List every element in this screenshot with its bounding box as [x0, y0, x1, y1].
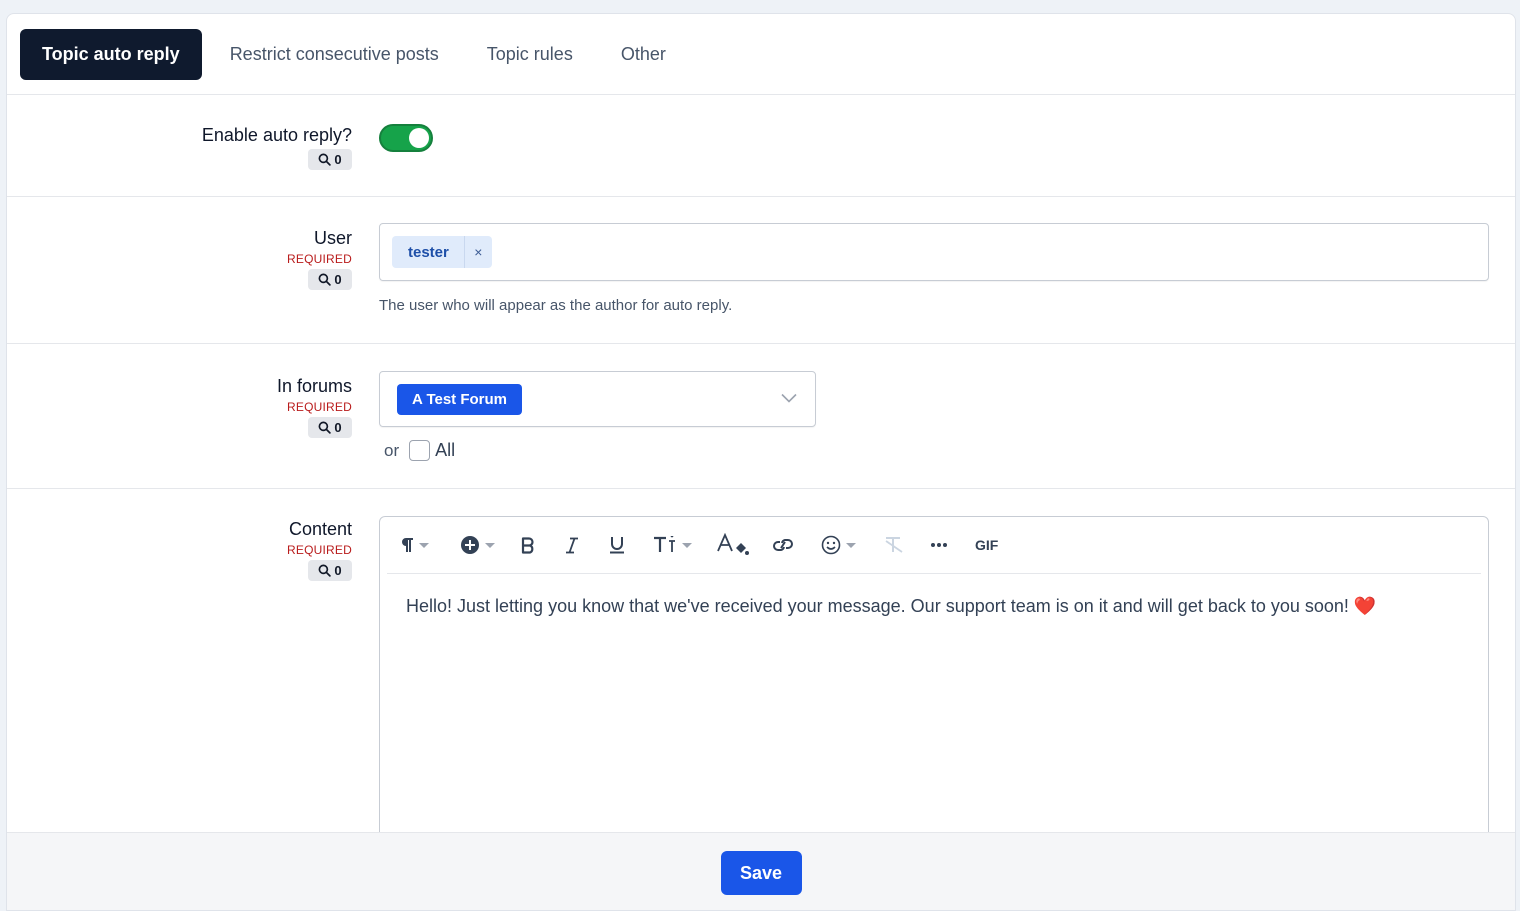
selected-user-chip: tester × — [392, 236, 492, 268]
italic-icon — [566, 537, 578, 553]
selected-user-label: tester — [408, 243, 449, 261]
tab-restrict-consecutive-posts[interactable]: Restrict consecutive posts — [206, 29, 463, 80]
clear-format-button[interactable] — [883, 527, 905, 563]
gif-button[interactable]: GIF — [975, 527, 998, 563]
link-button[interactable] — [772, 527, 794, 563]
selected-forum-chip: A Test Forum — [397, 383, 523, 415]
emoji-button[interactable] — [821, 527, 856, 563]
form-footer: Save — [7, 832, 1515, 910]
search-count: 0 — [334, 420, 342, 435]
more-options-button[interactable] — [930, 527, 948, 563]
forums-row: In forums REQUIRED 0 A Test Forum or All — [7, 344, 1515, 489]
forums-label-group: In forums REQUIRED 0 — [277, 375, 352, 438]
enable-auto-reply-row: Enable auto reply? 0 — [7, 95, 1515, 197]
user-control: tester × The user who will appear as the… — [379, 223, 1489, 314]
forums-select[interactable]: A Test Forum — [379, 371, 816, 427]
search-count-badge[interactable]: 0 — [308, 149, 352, 170]
search-icon — [318, 153, 332, 166]
tab-topic-auto-reply[interactable]: Topic auto reply — [20, 28, 202, 80]
enable-auto-reply-label-group: Enable auto reply? 0 — [202, 124, 352, 170]
enable-auto-reply-control — [379, 124, 433, 152]
tab-other[interactable]: Other — [597, 29, 690, 80]
bold-icon — [521, 536, 534, 554]
search-icon — [318, 273, 332, 286]
content-row: Content REQUIRED 0 GIF Hello! Just letti… — [7, 489, 1515, 849]
search-count-badge[interactable]: 0 — [308, 417, 352, 438]
search-icon — [318, 421, 332, 434]
user-row: User REQUIRED 0 tester × The user who wi… — [7, 197, 1515, 344]
bold-button[interactable] — [521, 527, 535, 563]
save-button[interactable]: Save — [720, 851, 802, 895]
search-icon — [318, 564, 332, 577]
link-icon — [773, 539, 793, 551]
all-forums-checkbox[interactable] — [409, 440, 431, 461]
font-size-button[interactable] — [653, 527, 692, 563]
search-count-badge[interactable]: 0 — [308, 560, 352, 581]
more-icon — [931, 543, 947, 547]
caret-icon — [485, 542, 495, 548]
caret-icon — [419, 542, 429, 548]
caret-icon — [682, 542, 692, 548]
text-color-button[interactable] — [716, 527, 750, 563]
gif-label: GIF — [975, 537, 999, 553]
all-forums-label[interactable]: All — [435, 440, 455, 461]
content-label-group: Content REQUIRED 0 — [287, 518, 352, 581]
tab-bar: Topic auto reply Restrict consecutive po… — [7, 14, 1515, 95]
search-count: 0 — [334, 152, 342, 167]
search-count: 0 — [334, 272, 342, 287]
content-label: Content — [288, 519, 352, 539]
or-text: or — [384, 440, 400, 460]
plus-circle-icon — [461, 536, 479, 554]
editor-content-area[interactable]: Hello! Just letting you know that we've … — [380, 574, 1488, 638]
clear-format-icon — [885, 537, 903, 553]
required-marker: REQUIRED — [287, 543, 352, 557]
rich-text-editor: GIF Hello! Just letting you know that we… — [379, 516, 1489, 846]
remove-user-button[interactable]: × — [463, 236, 492, 268]
emoji-icon — [821, 535, 841, 555]
required-marker: REQUIRED — [287, 252, 352, 266]
settings-card: Topic auto reply Restrict consecutive po… — [6, 13, 1516, 911]
forums-control: A Test Forum or All — [379, 371, 816, 461]
font-size-icon — [654, 536, 675, 552]
content-control: GIF Hello! Just letting you know that we… — [379, 516, 1489, 846]
paragraph-format-button[interactable] — [400, 527, 429, 563]
search-count: 0 — [334, 563, 342, 578]
user-help-text: The user who will appear as the author f… — [379, 297, 733, 314]
chevron-down-icon — [781, 393, 797, 403]
underline-button[interactable] — [609, 527, 625, 563]
enable-auto-reply-label: Enable auto reply? — [201, 125, 352, 145]
paragraph-icon — [402, 538, 413, 552]
caret-icon — [846, 542, 856, 548]
user-select-input[interactable]: tester × — [379, 223, 1489, 281]
toggle-knob — [409, 128, 429, 148]
insert-button[interactable] — [460, 527, 495, 563]
text-color-icon — [717, 533, 749, 555]
editor-toolbar: GIF — [387, 517, 1481, 574]
forums-label: In forums — [276, 376, 352, 396]
search-count-badge[interactable]: 0 — [308, 269, 352, 290]
underline-icon — [610, 537, 624, 554]
italic-button[interactable] — [565, 527, 579, 563]
all-forums-option: or All — [379, 440, 816, 461]
user-label: User — [313, 228, 352, 248]
tab-topic-rules[interactable]: Topic rules — [463, 29, 597, 80]
user-label-group: User REQUIRED 0 — [287, 227, 352, 290]
required-marker: REQUIRED — [287, 400, 352, 414]
enable-auto-reply-toggle[interactable] — [379, 124, 433, 152]
